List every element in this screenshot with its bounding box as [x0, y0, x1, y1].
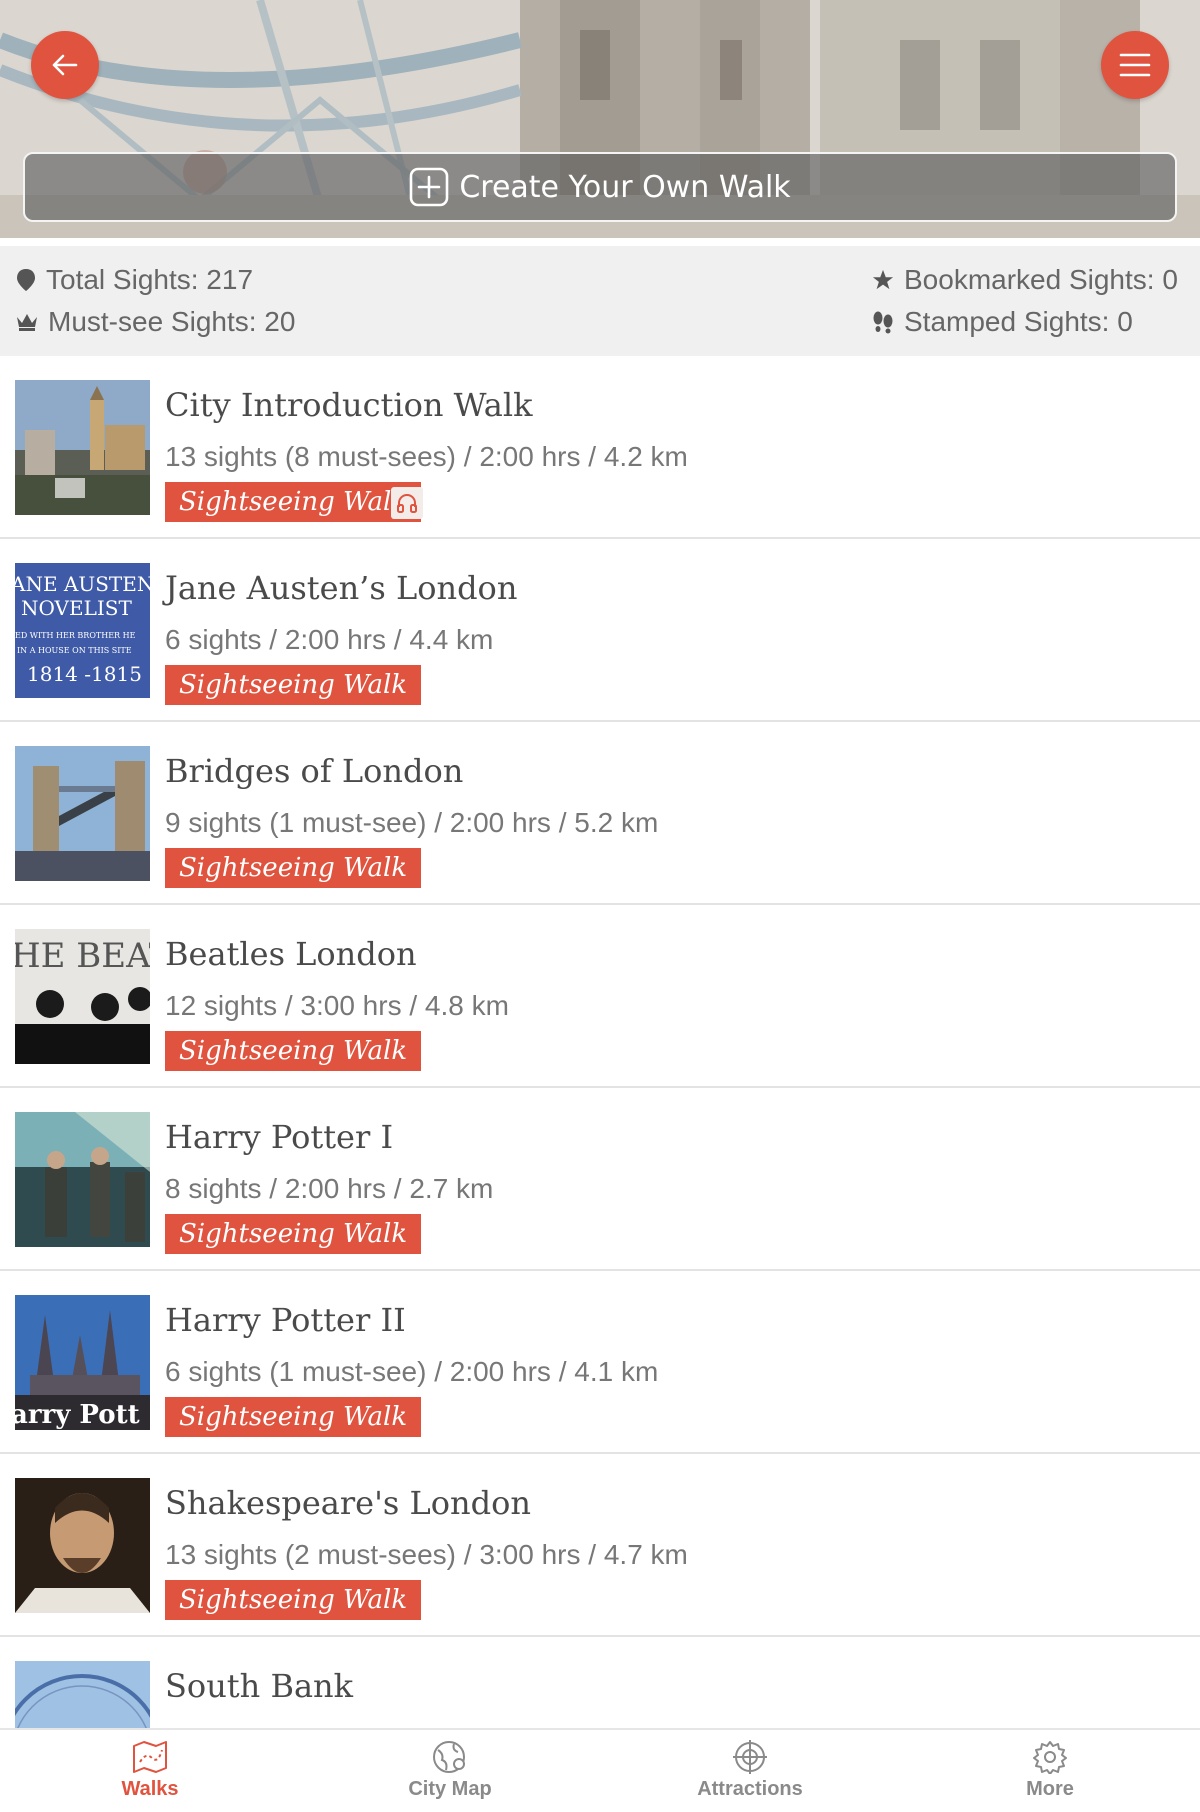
total-sights-label: Total Sights: 217	[46, 264, 254, 295]
stamped-stat: Stamped Sights: 0	[872, 306, 1133, 338]
sights-stats-bar: Total Sights: 217 Must-see Sights: 20 Bo…	[0, 246, 1200, 356]
audio-guide-badge	[391, 487, 423, 519]
walk-thumbnail	[15, 1112, 150, 1247]
nav-more[interactable]: More	[900, 1730, 1200, 1812]
walk-item-beatles[interactable]: HE BEATLI Beatles London 12 sights / 3:0…	[0, 905, 1200, 1088]
thumb-text-line: arry Pott	[15, 1400, 140, 1430]
walk-type-tag: Sightseeing Walk	[165, 1031, 422, 1071]
nav-walks-label: Walks	[121, 1778, 179, 1800]
walk-meta: 9 sights (1 must-see) / 2:00 hrs / 5.2 k…	[165, 807, 659, 838]
stamped-label: Stamped Sights: 0	[904, 306, 1133, 337]
map-walks-icon	[133, 1741, 167, 1773]
walk-title: Shakespeare's London	[165, 1484, 531, 1522]
walk-meta: 13 sights (8 must-sees) / 2:00 hrs / 4.2…	[165, 441, 688, 472]
headphones-icon	[397, 494, 417, 513]
map-pin-icon	[17, 269, 35, 291]
walk-item-harry-potter-2[interactable]: arry Pott Harry Potter II 6 sights (1 mu…	[0, 1271, 1200, 1454]
arrow-left-icon	[52, 54, 78, 76]
walk-title: South Bank	[165, 1667, 354, 1705]
bookmarked-stat: Bookmarked Sights: 0	[872, 264, 1178, 296]
walk-title: Harry Potter I	[165, 1118, 394, 1156]
must-see-label: Must-see Sights: 20	[48, 306, 296, 337]
hero-banner: Create Your Own Walk	[0, 0, 1200, 238]
nav-city-map-label: City Map	[408, 1778, 492, 1800]
footprints-icon	[873, 311, 893, 334]
globe-map-icon	[433, 1741, 465, 1773]
thumb-text-line: ED WITH HER BROTHER HE	[15, 631, 136, 640]
thumb-text-line: HE BEATLI	[15, 936, 150, 976]
star-icon	[872, 269, 894, 290]
walk-thumbnail: HE BEATLI	[15, 929, 150, 1064]
walk-item-shakespeare[interactable]: Shakespeare's London 13 sights (2 must-s…	[0, 1454, 1200, 1637]
walk-type-tag: Sightseeing Walk	[165, 1580, 422, 1620]
thumb-text-line: IN A HOUSE ON THIS SITE	[17, 646, 132, 655]
walk-title: Bridges of London	[165, 752, 464, 790]
thumb-text-line: ANE AUSTEN	[15, 572, 150, 596]
walk-title: Harry Potter II	[165, 1301, 406, 1339]
menu-button[interactable]	[1101, 31, 1169, 99]
walk-thumbnail	[15, 1661, 150, 1728]
bottom-navigation: Walks City Map Attractions More	[0, 1728, 1200, 1812]
gear-icon	[1033, 1741, 1067, 1774]
nav-attractions-label: Attractions	[697, 1778, 803, 1800]
thumb-text-line: NOVELIST	[21, 596, 132, 620]
create-own-walk-button[interactable]: Create Your Own Walk	[23, 152, 1177, 222]
walk-thumbnail: ANE AUSTEN NOVELIST ED WITH HER BROTHER …	[15, 563, 150, 698]
hamburger-menu-icon	[1119, 53, 1151, 77]
walk-meta: 13 sights (2 must-sees) / 3:00 hrs / 4.7…	[165, 1539, 688, 1570]
nav-city-map[interactable]: City Map	[300, 1730, 600, 1812]
walk-title: Jane Austen’s London	[165, 569, 518, 607]
walk-meta: 12 sights / 3:00 hrs / 4.8 km	[165, 990, 509, 1021]
walks-list: City Introduction Walk 13 sights (8 must…	[0, 356, 1200, 1728]
walk-meta: 6 sights (1 must-see) / 2:00 hrs / 4.1 k…	[165, 1356, 659, 1387]
walk-type-tag: Sightseeing Walk	[165, 848, 422, 888]
nav-walks[interactable]: Walks	[0, 1730, 300, 1812]
walk-item-jane-austen[interactable]: ANE AUSTEN NOVELIST ED WITH HER BROTHER …	[0, 539, 1200, 722]
walk-item-bridges[interactable]: Bridges of London 9 sights (1 must-see) …	[0, 722, 1200, 905]
walk-thumbnail	[15, 1478, 150, 1613]
walk-type-tag: Sightseeing Walk	[165, 1214, 422, 1254]
walk-title: Beatles London	[165, 935, 417, 973]
walk-type-tag: Sightseeing Walk	[165, 482, 422, 522]
total-sights-stat: Total Sights: 217	[16, 264, 253, 296]
walk-item-harry-potter-1[interactable]: Harry Potter I 8 sights / 2:00 hrs / 2.7…	[0, 1088, 1200, 1271]
crown-icon	[17, 314, 37, 331]
walk-item-city-introduction[interactable]: City Introduction Walk 13 sights (8 must…	[0, 356, 1200, 539]
walk-title: City Introduction Walk	[165, 386, 533, 424]
walk-thumbnail: arry Pott	[15, 1295, 150, 1430]
walk-meta: 6 sights / 2:00 hrs / 4.4 km	[165, 624, 494, 655]
back-button[interactable]	[31, 31, 99, 99]
walk-meta: 8 sights / 2:00 hrs / 2.7 km	[165, 1173, 494, 1204]
walk-type-tag: Sightseeing Walk	[165, 1397, 422, 1437]
plus-square-icon	[410, 167, 449, 207]
crosshair-attractions-icon	[733, 1740, 767, 1774]
create-own-walk-label: Create Your Own Walk	[459, 169, 791, 205]
walk-thumbnail	[15, 380, 150, 515]
walk-thumbnail	[15, 746, 150, 881]
walk-item-south-bank[interactable]: South Bank	[0, 1637, 1200, 1728]
nav-more-label: More	[1026, 1778, 1074, 1800]
bookmarked-label: Bookmarked Sights: 0	[904, 264, 1178, 295]
must-see-stat: Must-see Sights: 20	[16, 306, 295, 338]
thumb-text-line: 1814 -1815	[27, 662, 142, 686]
nav-attractions[interactable]: Attractions	[600, 1730, 900, 1812]
walk-type-tag: Sightseeing Walk	[165, 665, 422, 705]
